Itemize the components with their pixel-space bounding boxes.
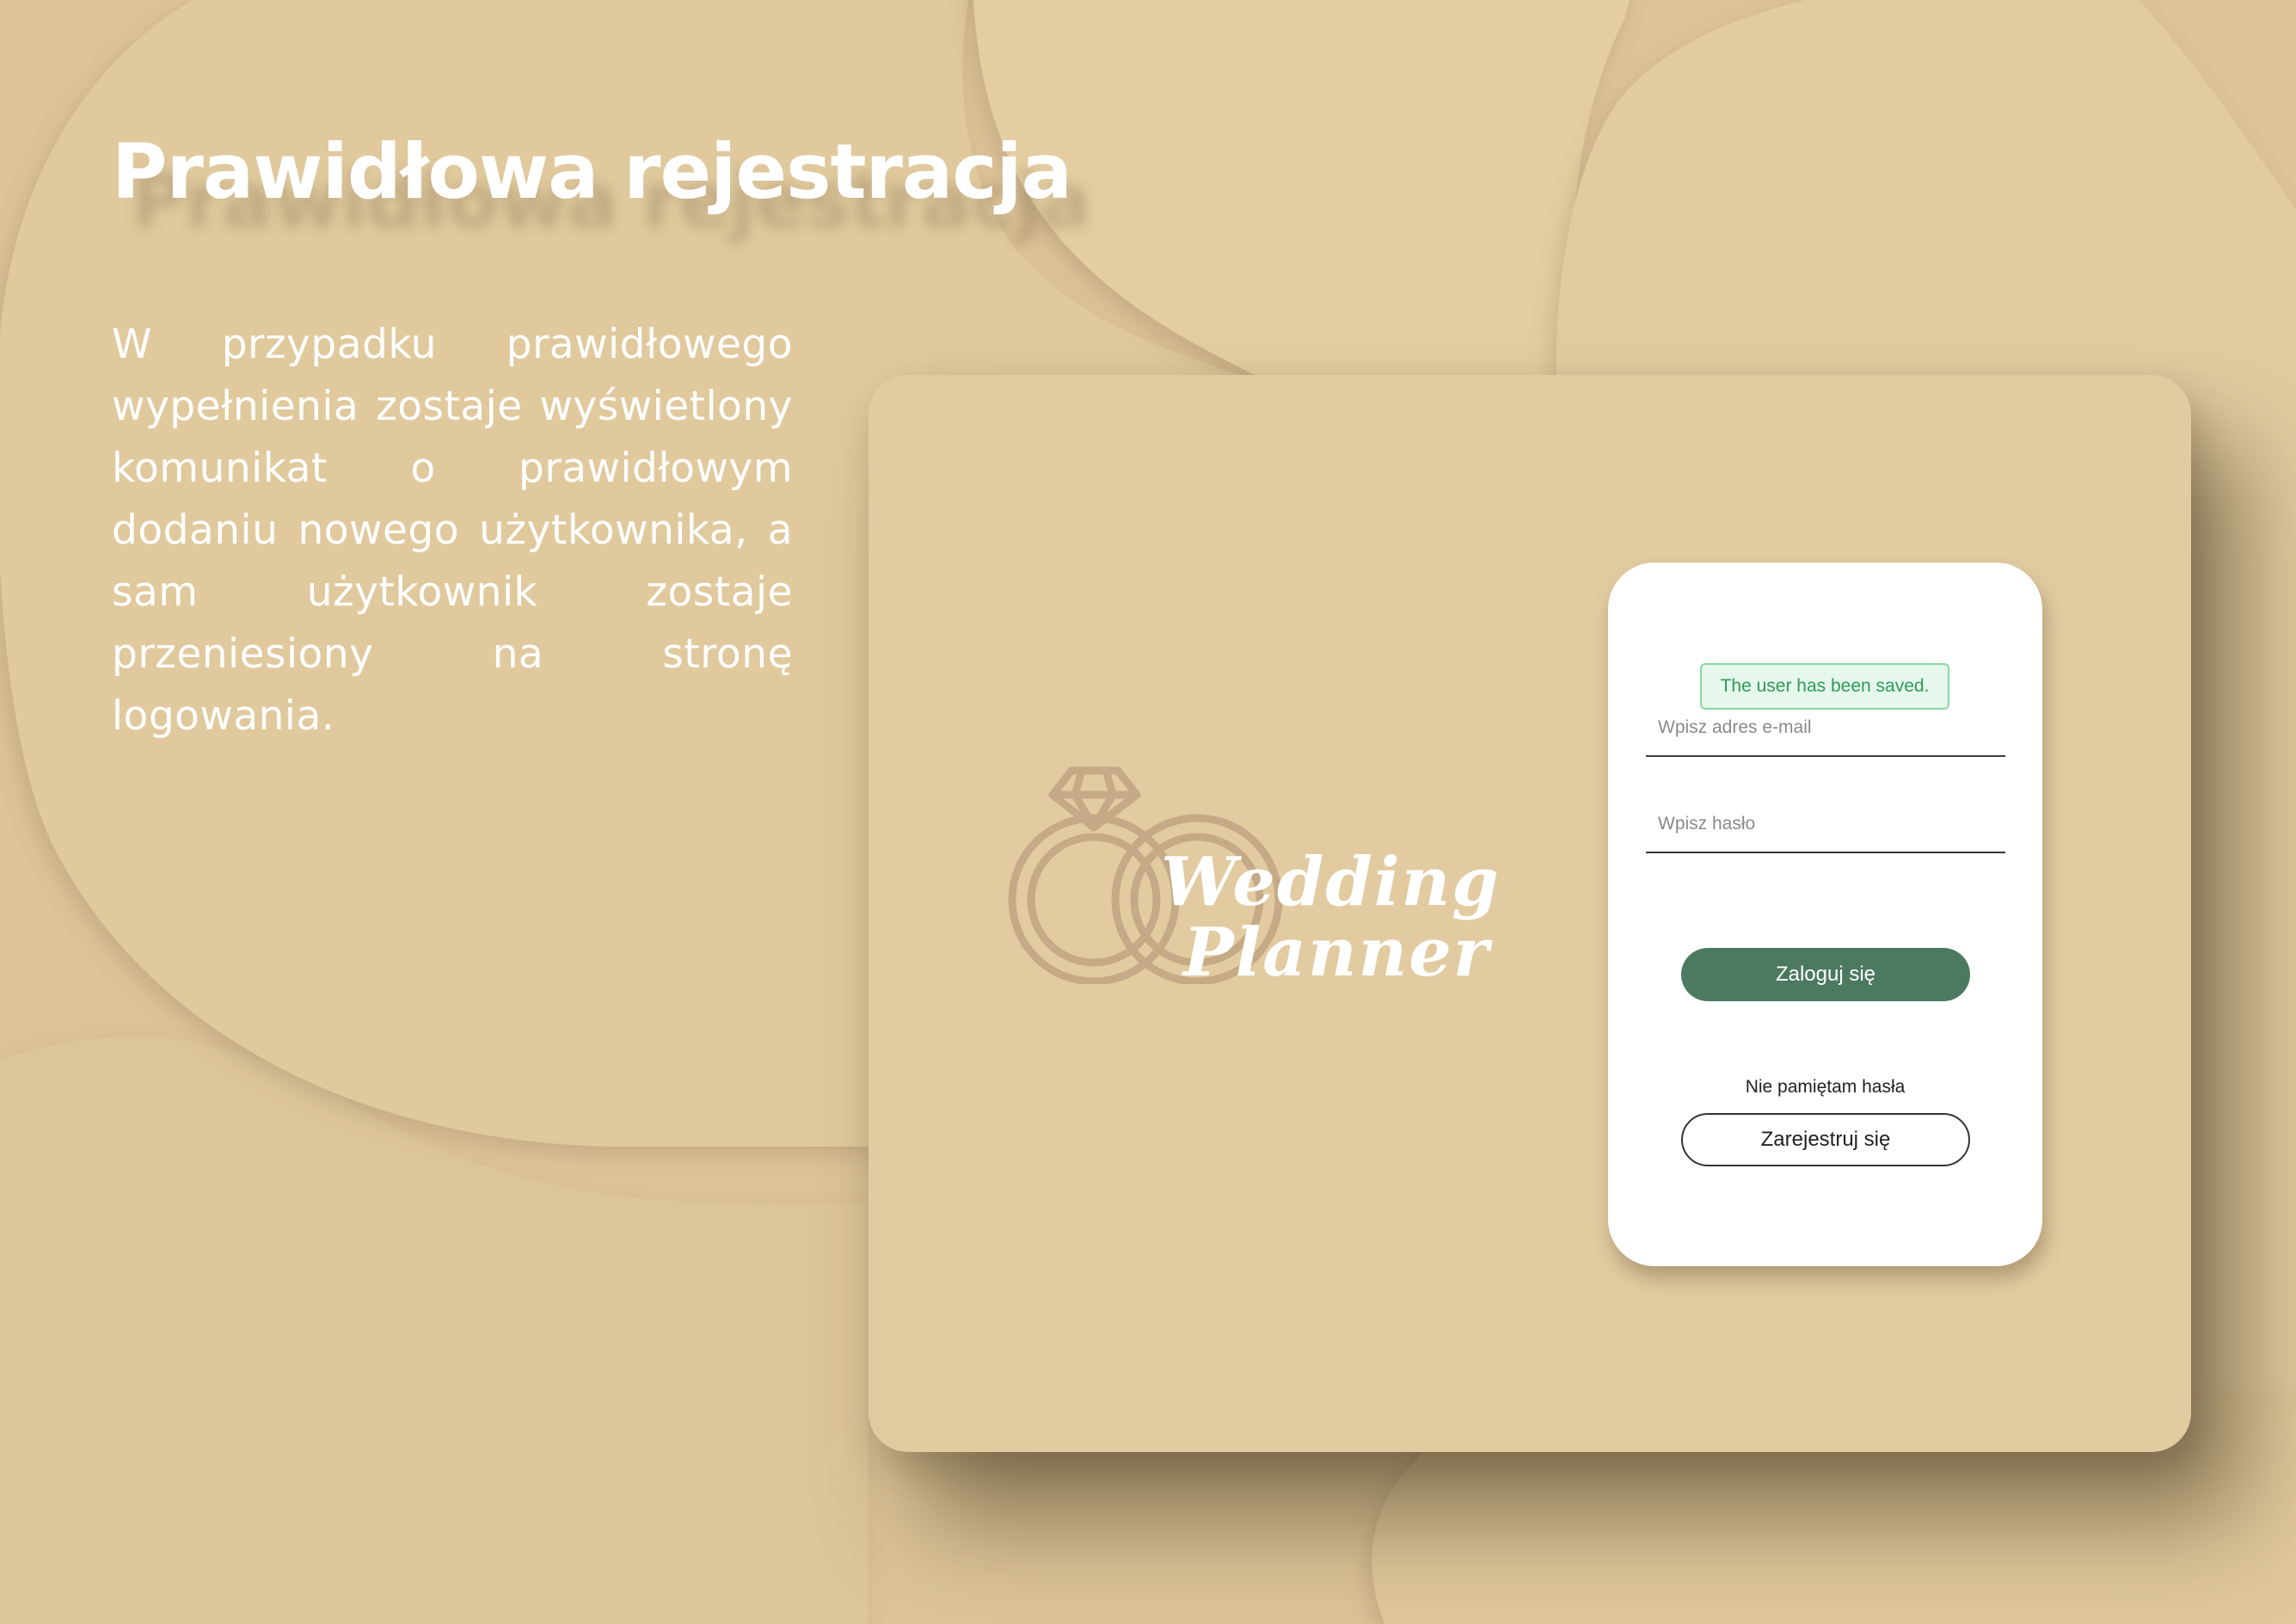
- logo-text-line1: Wedding: [1161, 843, 1501, 921]
- slide-description: W przypadku prawidłowego wypełnienia zos…: [112, 321, 793, 740]
- forgot-password-link[interactable]: Nie pamiętam hasła: [1608, 1077, 2042, 1098]
- slide-title: Prawidłowa rejestracja: [112, 127, 1072, 216]
- app-window: Wedding Planner The user has been saved.…: [869, 375, 2191, 1452]
- logo-text-line2: Planner: [1183, 914, 1490, 992]
- login-panel: The user has been saved. Zaloguj się Nie…: [1608, 563, 2042, 1266]
- email-field-container: [1646, 698, 2005, 757]
- email-input[interactable]: [1646, 709, 2005, 747]
- login-button[interactable]: Zaloguj się: [1681, 948, 1970, 1001]
- register-button[interactable]: Zarejestruj się: [1681, 1113, 1970, 1166]
- password-field-container: [1646, 795, 2005, 853]
- password-input[interactable]: [1646, 805, 2005, 843]
